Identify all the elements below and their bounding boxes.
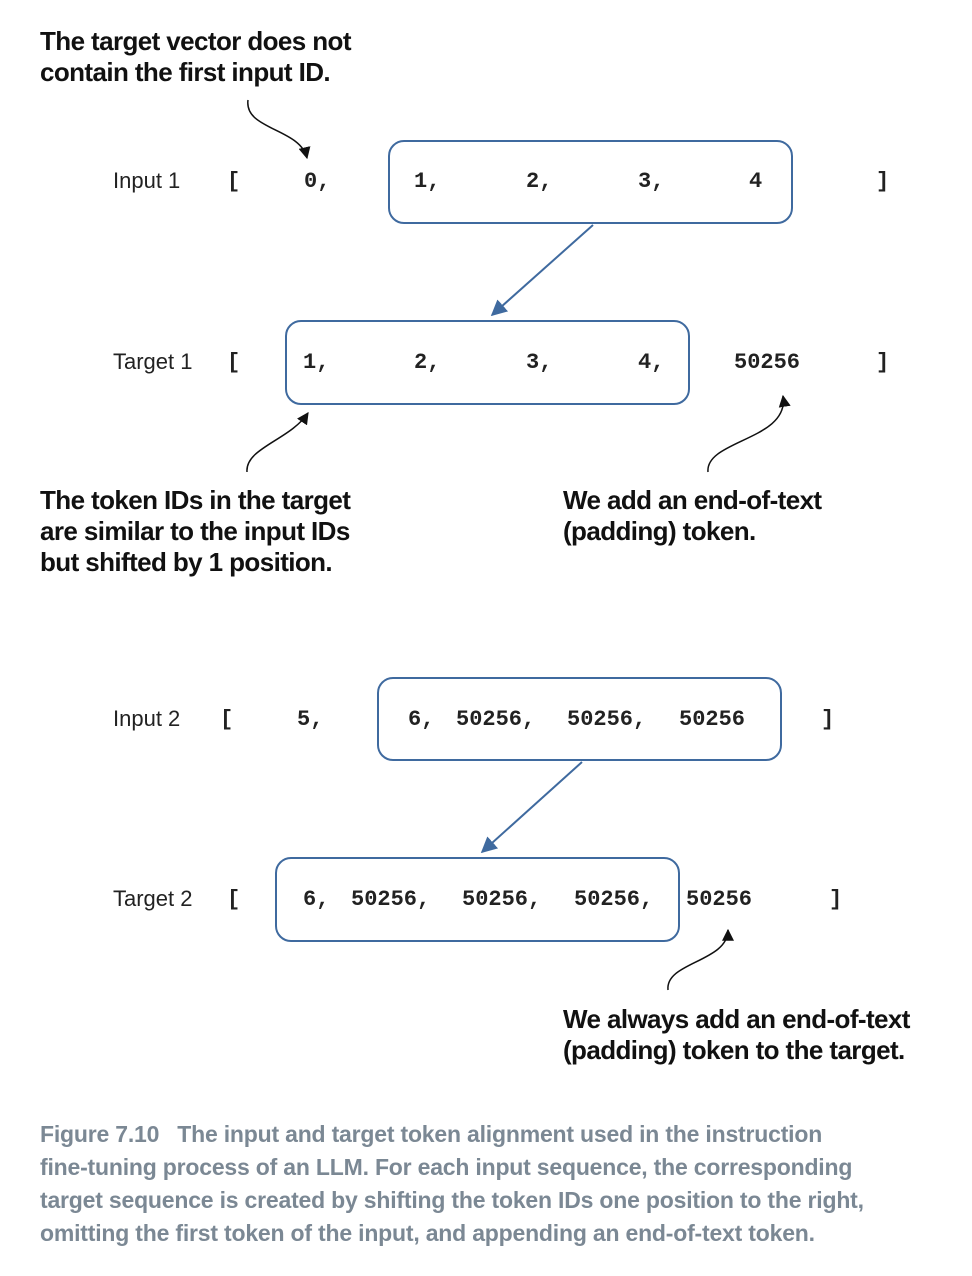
shift-arrow-2 <box>480 761 583 854</box>
pointer-arrow-padding-2 <box>667 928 734 991</box>
token-alignment-figure: The target vector does not contain the f… <box>0 0 972 1276</box>
arrows-layer <box>246 99 791 991</box>
caption-line: omitting the first token of the input, a… <box>40 1220 815 1246</box>
caption-line: target sequence is created by shifting t… <box>40 1187 864 1213</box>
caption-text: The input and target token alignment use… <box>177 1121 823 1147</box>
pointer-arrow-first-id <box>247 99 311 160</box>
caption-line: fine-tuning process of an LLM. For each … <box>40 1154 853 1180</box>
shift-arrow-1 <box>490 224 594 317</box>
figure-number: Figure 7.10 <box>40 1121 160 1147</box>
caption-line: Figure 7.10 The input and target token al… <box>40 1118 955 1151</box>
pointer-arrow-shifted <box>246 412 309 473</box>
pointer-arrow-padding-1 <box>707 394 791 473</box>
figure-caption: Figure 7.10 The input and target token al… <box>40 1118 955 1250</box>
